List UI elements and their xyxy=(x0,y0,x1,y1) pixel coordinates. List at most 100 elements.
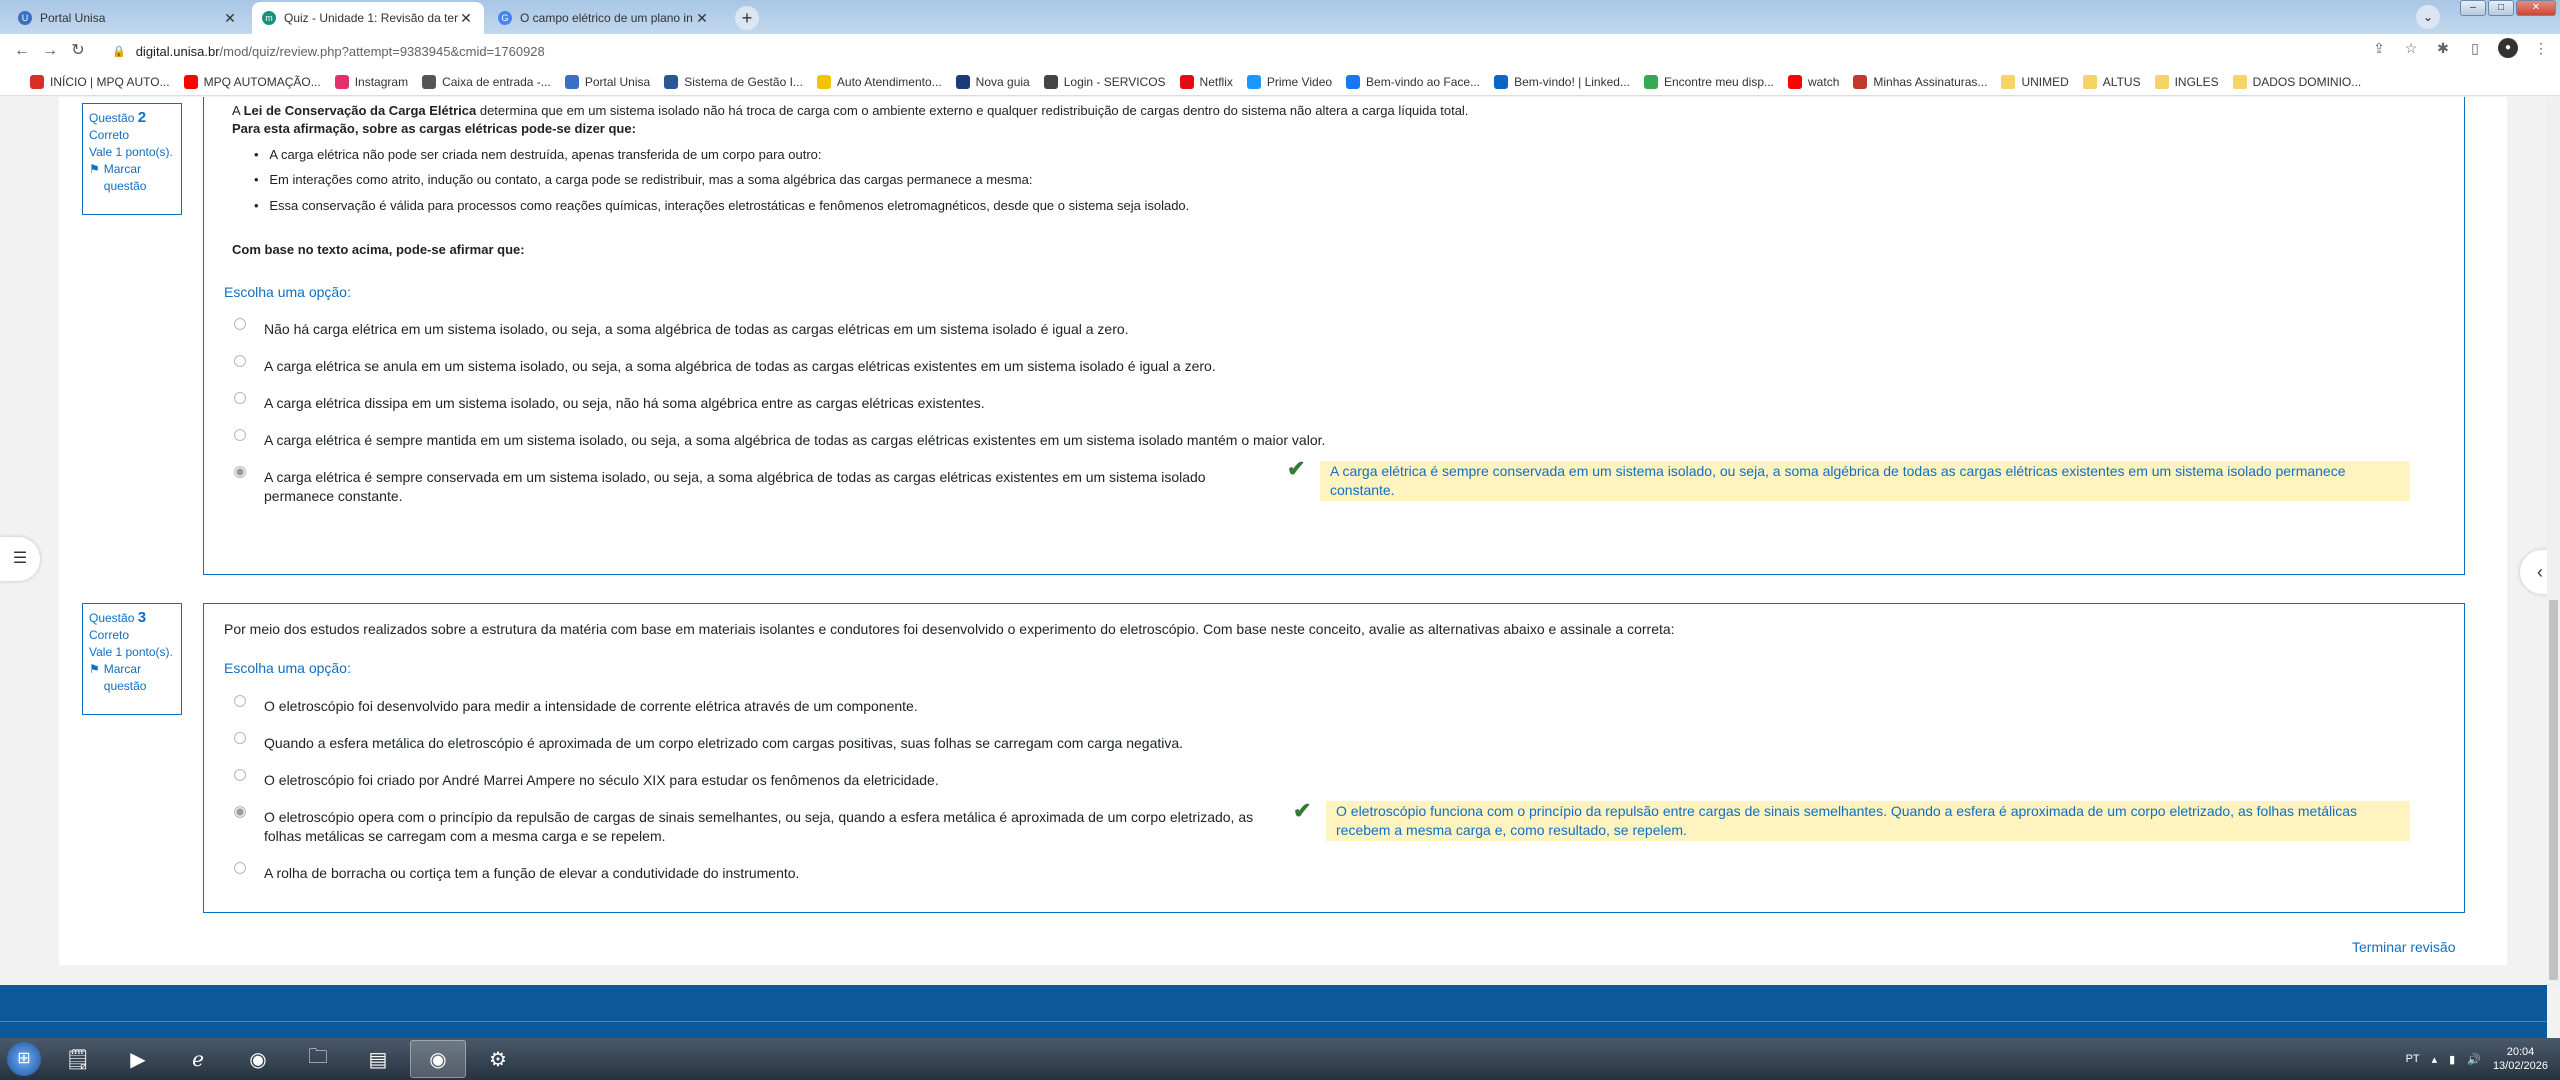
tab-quiz-review[interactable]: m Quiz - Unidade 1: Revisão da ter ✕ xyxy=(252,2,484,34)
bookmark-label: Instagram xyxy=(354,74,409,89)
bookmark-item[interactable]: Minhas Assinaturas... xyxy=(1853,74,1987,89)
taskbar-chrome-icon[interactable]: ◉ xyxy=(230,1040,286,1078)
taskbar-notes-icon[interactable]: 🗒 xyxy=(50,1040,106,1078)
flag-icon: ⚑ xyxy=(89,662,100,676)
bookmark-label: ALTUS xyxy=(2102,74,2141,89)
profile-avatar-icon[interactable]: ● xyxy=(2498,38,2518,58)
bookmark-label: DADOS DOMINIO... xyxy=(2252,74,2362,89)
menu-kebab-icon[interactable]: ⋮ xyxy=(2532,40,2550,57)
radio-button-checked[interactable] xyxy=(234,466,246,478)
bookmark-item[interactable]: Bem-vindo! | Linked... xyxy=(1494,74,1630,89)
minimize-icon[interactable]: – xyxy=(2460,0,2486,16)
taskbar-app-icon[interactable]: ▤ xyxy=(350,1040,406,1078)
bookmark-favicon-icon xyxy=(1346,74,1361,89)
bookmark-item[interactable]: Prime Video xyxy=(1246,74,1332,89)
answer-option[interactable]: A carga elétrica é sempre mantida em um … xyxy=(234,429,1325,450)
radio-button[interactable] xyxy=(234,695,246,707)
bookmark-item[interactable]: INGLES xyxy=(2154,74,2219,89)
toolbar-icons: ⇪ ☆ ✱ ▯ ● ⋮ xyxy=(2370,38,2550,58)
answer-option[interactable]: Quando a esfera metálica do eletroscópio… xyxy=(234,732,1183,753)
bookmark-item[interactable]: Netflix xyxy=(1179,74,1233,89)
bookmark-item[interactable]: Portal Unisa xyxy=(564,74,650,89)
folder-icon xyxy=(2001,74,2016,89)
close-tab-icon[interactable]: ✕ xyxy=(222,10,238,27)
flag-question-link[interactable]: ⚑ Marcar questão xyxy=(89,661,175,695)
bookmark-item[interactable]: Encontre meu disp... xyxy=(1643,74,1775,89)
close-tab-icon[interactable]: ✕ xyxy=(458,10,474,27)
radio-button[interactable] xyxy=(234,862,246,874)
bookmark-item[interactable]: Nova guia xyxy=(955,74,1030,89)
windows-logo-icon: ⊞ xyxy=(7,1042,41,1076)
answer-option[interactable]: A carga elétrica dissipa em um sistema i… xyxy=(234,392,985,413)
answer-feedback: O eletroscópio funciona com o princípio … xyxy=(1326,801,2410,841)
question-2-intro: A Lei de Conservação da Carga Elétrica d… xyxy=(232,103,1469,118)
side-panel-icon[interactable]: ▯ xyxy=(2466,40,2484,57)
question-grade: Vale 1 ponto(s). xyxy=(89,645,173,659)
new-tab-button[interactable]: + xyxy=(735,6,759,30)
tab-google-search[interactable]: G O campo elétrico de um plano in ✕ xyxy=(488,2,720,34)
taskbar-media-player-icon[interactable]: ▶ xyxy=(110,1040,166,1078)
answer-option-selected[interactable]: O eletroscópio opera com o princípio da … xyxy=(234,806,1294,846)
flag-question-link[interactable]: ⚑ Marcar questão xyxy=(89,161,175,195)
taskbar-chrome-active-icon[interactable]: ◉ xyxy=(410,1040,466,1078)
network-icon[interactable]: ▮ xyxy=(2449,1053,2455,1066)
clock[interactable]: 20:04 13/02/2026 xyxy=(2493,1045,2548,1073)
close-tab-icon[interactable]: ✕ xyxy=(694,10,710,27)
bookmark-item[interactable]: Caixa de entrada -... xyxy=(422,74,551,89)
address-bar[interactable]: 🔒 digital.unisa.br /mod/quiz/review.php?… xyxy=(112,38,2332,64)
bookmark-label: Sistema de Gestão I... xyxy=(684,74,803,89)
extensions-puzzle-icon[interactable]: ✱ xyxy=(2434,40,2452,57)
bookmark-item[interactable]: INÍCIO | MPQ AUTO... xyxy=(30,74,170,89)
taskbar-internet-explorer-icon[interactable]: ℯ xyxy=(170,1040,226,1078)
bookmark-item[interactable]: Login - SERVICOS xyxy=(1043,74,1166,89)
bookmark-item[interactable]: Bem-vindo ao Face... xyxy=(1346,74,1481,89)
bookmark-item[interactable]: Sistema de Gestão I... xyxy=(664,74,803,89)
share-icon[interactable]: ⇪ xyxy=(2370,40,2388,57)
bookmark-item[interactable]: UNIMED xyxy=(2001,74,2069,89)
bookmark-item[interactable]: Auto Atendimento... xyxy=(816,74,942,89)
radio-button-checked[interactable] xyxy=(234,806,246,818)
answer-option-selected[interactable]: A carga elétrica é sempre conservada em … xyxy=(234,466,1264,506)
question-number: Questão 2 xyxy=(89,109,147,126)
close-window-icon[interactable]: ✕ xyxy=(2516,0,2556,16)
forward-arrow-icon[interactable]: → xyxy=(36,37,64,65)
taskbar-tools-icon[interactable]: ⚙ xyxy=(470,1040,526,1078)
bookmark-star-icon[interactable]: ☆ xyxy=(2402,40,2420,57)
bookmark-item[interactable]: DADOS DOMINIO... xyxy=(2232,74,2362,89)
volume-icon[interactable]: 🔊 xyxy=(2467,1053,2481,1066)
tab-portal-unisa[interactable]: U Portal Unisa ✕ xyxy=(8,2,248,34)
answer-option[interactable]: O eletroscópio foi desenvolvido para med… xyxy=(234,695,918,716)
radio-button[interactable] xyxy=(234,318,246,330)
back-arrow-icon[interactable]: ← xyxy=(8,37,36,65)
scrollbar-thumb[interactable] xyxy=(2549,600,2558,980)
bookmark-item[interactable]: MPQ AUTOMAÇÃO... xyxy=(183,74,321,89)
radio-button[interactable] xyxy=(234,355,246,367)
bookmark-item[interactable]: Instagram xyxy=(334,74,409,89)
answer-feedback: A carga elétrica é sempre conservada em … xyxy=(1320,461,2410,501)
tab-title: Quiz - Unidade 1: Revisão da ter xyxy=(284,11,458,25)
question-number: Questão 3 xyxy=(89,609,147,626)
radio-button[interactable] xyxy=(234,769,246,781)
answer-option[interactable]: A carga elétrica se anula em um sistema … xyxy=(234,355,1216,376)
answer-option[interactable]: O eletroscópio foi criado por André Marr… xyxy=(234,769,939,790)
reload-icon[interactable]: ↻ xyxy=(64,37,92,65)
bookmark-item[interactable]: ALTUS xyxy=(2082,74,2141,89)
flag-icon: ⚑ xyxy=(89,162,100,176)
language-indicator[interactable]: PT xyxy=(2406,1053,2420,1065)
tab-search-icon[interactable]: ⌄ xyxy=(2416,5,2440,29)
bookmark-item[interactable]: watch xyxy=(1788,74,1839,89)
tab-title: Portal Unisa xyxy=(40,11,106,25)
bookmark-label: Bem-vindo ao Face... xyxy=(1366,74,1481,89)
radio-button[interactable] xyxy=(234,732,246,744)
bookmark-label: Encontre meu disp... xyxy=(1663,74,1775,89)
start-button[interactable]: ⊞ xyxy=(0,1038,48,1080)
answer-option[interactable]: Não há carga elétrica em um sistema isol… xyxy=(234,318,1129,339)
radio-button[interactable] xyxy=(234,392,246,404)
finish-review-link[interactable]: Terminar revisão xyxy=(2352,939,2455,955)
answer-option[interactable]: A rolha de borracha ou cortiça tem a fun… xyxy=(234,862,799,883)
radio-button[interactable] xyxy=(234,429,246,441)
question-3-content: Por meio dos estudos realizados sobre a … xyxy=(203,603,2465,913)
tray-arrow-icon[interactable]: ▴ xyxy=(2432,1053,2438,1066)
taskbar-file-explorer-icon[interactable]: 🗀 xyxy=(290,1040,346,1078)
maximize-icon[interactable]: □ xyxy=(2488,0,2514,16)
